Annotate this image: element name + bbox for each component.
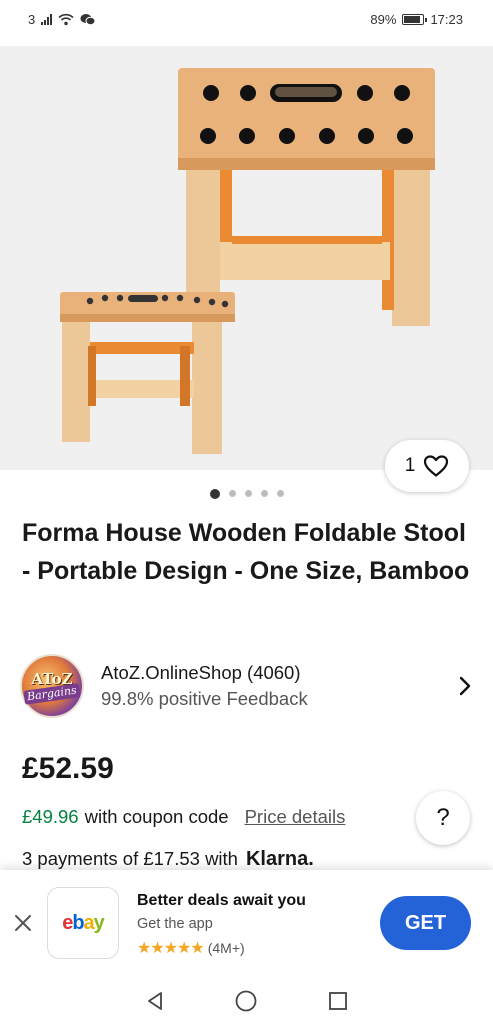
signal-icon — [41, 13, 53, 25]
pagination-dot[interactable] — [209, 488, 220, 499]
battery-fill — [404, 15, 420, 23]
seller-feedback: 99.8% positive Feedback — [101, 688, 308, 709]
app-rating: ★★★★★ (4M+) — [137, 938, 245, 958]
klarna-row[interactable]: 3 payments of £17.53 with Klarna. — [22, 848, 314, 871]
wechat-icon — [80, 13, 96, 25]
back-icon[interactable] — [144, 990, 166, 1012]
ebay-app-icon: ebay — [47, 887, 119, 959]
recents-icon[interactable] — [327, 990, 349, 1012]
banner-title: Better deals await you — [137, 892, 306, 909]
product-title: Forma House Wooden Foldable Stool - Port… — [22, 519, 470, 585]
wifi-icon — [58, 13, 74, 25]
favorite-count: 1 — [404, 455, 416, 476]
status-left: 3 — [28, 12, 96, 27]
banner-subtitle: Get the app — [137, 916, 213, 932]
home-icon[interactable] — [234, 989, 258, 1013]
pagination-dot[interactable] — [276, 490, 284, 497]
stool-illustration — [60, 68, 435, 454]
image-pagination[interactable] — [0, 488, 493, 499]
status-bar: 3 89% 17:23 — [0, 0, 493, 38]
pagination-dot[interactable] — [244, 490, 252, 497]
app-banner: ebay Better deals await you Get the app … — [0, 870, 493, 978]
ebay-logo: ebay — [62, 911, 105, 934]
chevron-right-icon[interactable] — [450, 671, 480, 701]
status-right: 89% 17:23 — [370, 12, 463, 27]
get-app-button[interactable]: GET — [380, 896, 471, 950]
coupon-price: £49.96 — [22, 806, 79, 827]
coupon-text: with coupon code — [84, 806, 229, 827]
close-icon[interactable] — [10, 910, 36, 936]
pagination-dot[interactable] — [228, 490, 236, 497]
pagination-dot[interactable] — [260, 490, 268, 497]
klarna-text: 3 payments of £17.53 with — [22, 848, 238, 869]
clock: 17:23 — [430, 11, 463, 27]
help-button[interactable]: ? — [416, 791, 470, 845]
coupon-row: £49.96 with coupon code Price details — [22, 806, 345, 828]
heart-icon — [424, 455, 449, 477]
favorite-button[interactable]: 1 — [385, 440, 469, 492]
price: £52.59 — [22, 752, 114, 785]
sim-label: 3 — [28, 11, 36, 27]
product-image[interactable] — [0, 46, 493, 470]
system-nav-bar — [0, 978, 493, 1024]
battery-icon — [402, 13, 428, 25]
klarna-logo: Klarna. — [245, 848, 314, 870]
seller-info: AtoZ.OnlineShop (4060) 99.8% positive Fe… — [101, 660, 450, 712]
seller-logo: AToZ Bargains — [20, 654, 84, 718]
battery-percent: 89% — [370, 11, 397, 27]
star-icons: ★★★★★ — [137, 940, 205, 957]
seller-name: AtoZ.OnlineShop (4060) — [101, 662, 301, 683]
seller-row[interactable]: AToZ Bargains AtoZ.OnlineShop (4060) 99.… — [20, 650, 480, 722]
review-count: (4M+) — [207, 940, 245, 956]
price-details-link[interactable]: Price details — [245, 806, 346, 828]
